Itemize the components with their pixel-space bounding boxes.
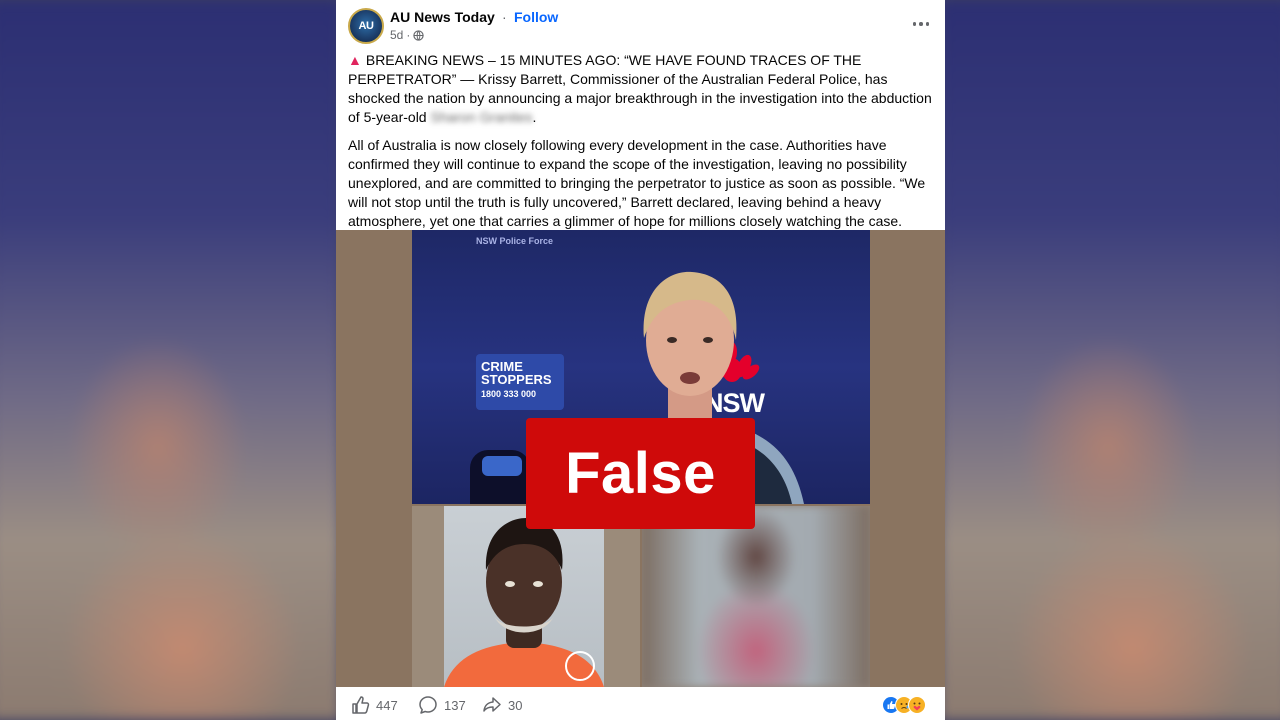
post-text: ▲ BREAKING NEWS – 15 MINUTES AGO: “WE HAV… <box>348 51 933 240</box>
like-count: 447 <box>376 697 398 713</box>
share-button[interactable]: 30 <box>482 695 522 715</box>
share-icon <box>483 697 501 712</box>
fact-check-label: False <box>565 441 716 506</box>
globe-icon <box>413 29 425 41</box>
post-age[interactable]: 5d <box>390 28 403 42</box>
blurred-background-right <box>940 0 1280 720</box>
post-paragraph-1: ▲ BREAKING NEWS – 15 MINUTES AGO: “WE HAV… <box>348 51 933 127</box>
banner-text: NSW Police Force <box>476 236 554 246</box>
post-media[interactable]: NSW Police Force CRIME STOPPERS 1800 333… <box>336 230 945 687</box>
header-separator: · <box>502 9 507 25</box>
fact-check-badge: False <box>526 418 755 529</box>
page-name[interactable]: AU News Today <box>390 9 495 25</box>
comment-button[interactable]: 137 <box>418 695 466 715</box>
siren-icon: ▲ <box>348 52 362 68</box>
post-header: AU AU News Today · Follow 5d · <box>348 6 933 44</box>
post-paragraph-2: All of Australia is now closely followin… <box>348 137 926 229</box>
blurred-image <box>642 506 870 687</box>
share-count: 30 <box>508 697 523 713</box>
comment-count: 137 <box>444 697 466 713</box>
crime-stoppers-line2: STOPPERS <box>481 372 552 387</box>
child-photo-blurred[interactable] <box>642 506 870 687</box>
suspect-photo[interactable] <box>412 506 640 687</box>
avatar-text: AU <box>358 20 374 32</box>
like-icon <box>352 696 370 714</box>
microphone-flag <box>482 456 522 476</box>
like-button[interactable]: 447 <box>350 695 398 715</box>
post-meta: 5d · <box>390 28 425 42</box>
crime-stoppers-phone: 1800 333 000 <box>481 389 537 399</box>
reaction-summary[interactable] <box>882 696 926 714</box>
paragraph1-end: . <box>532 109 537 125</box>
more-options-icon[interactable] <box>909 14 933 34</box>
page-avatar[interactable]: AU <box>348 8 384 44</box>
facebook-post: AU AU News Today · Follow 5d · ▲ BREAKING… <box>336 0 945 720</box>
post-actions: 447 137 30 <box>336 690 945 720</box>
blurred-name: Sharon Granites <box>430 109 533 125</box>
crime-stoppers-logo: CRIME STOPPERS 1800 333 000 <box>476 354 564 410</box>
blurred-background-left <box>0 0 340 720</box>
meta-separator: · <box>406 28 411 42</box>
follow-button[interactable]: Follow <box>514 9 558 25</box>
comment-icon <box>419 696 437 714</box>
suspect-figure <box>444 518 604 687</box>
care-reaction-icon <box>908 696 926 714</box>
